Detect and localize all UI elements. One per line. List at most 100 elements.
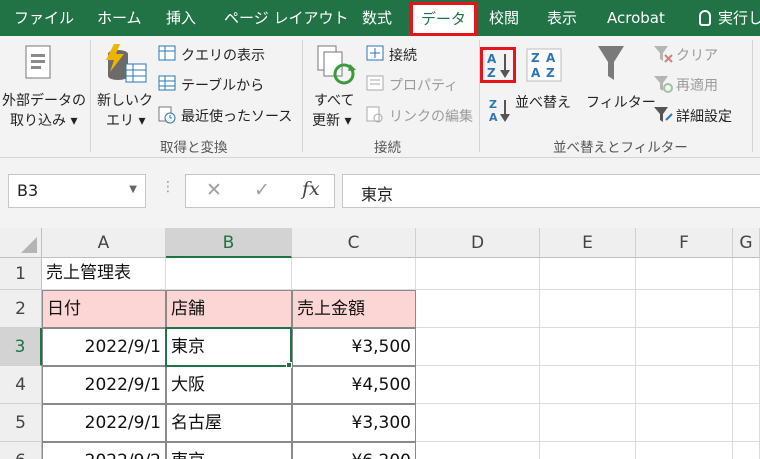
cell-c5[interactable]: ¥3,300 [292,404,416,442]
table-icon[interactable] [158,75,176,91]
column-header-c[interactable]: C [292,228,416,258]
cell-d5[interactable] [416,404,540,442]
tab-4[interactable]: 数式 [362,0,392,36]
row-header-3[interactable]: 3 [0,328,42,366]
cell-c6[interactable]: ¥6,200 [292,442,416,459]
select-all-button[interactable] [0,228,42,258]
cell-c3[interactable]: ¥3,500 [292,328,416,366]
cell-d2[interactable] [416,290,540,328]
cancel-icon[interactable]: ✕ [206,179,222,201]
cell-d6[interactable] [416,442,540,459]
cell-b6[interactable]: 東京 [166,442,292,459]
cell-e4[interactable] [540,366,636,404]
sort-za-small-icon[interactable]: Z A [488,96,512,124]
connections-button[interactable]: 接続 [389,45,417,65]
cell-g4[interactable] [733,366,760,404]
cell-d1[interactable] [416,258,540,290]
recent-sources-button[interactable]: 最近使ったソース [181,106,292,126]
external-data-line2[interactable]: 取り込み ▾ [10,110,77,130]
tab-9[interactable]: 実行し [718,0,760,36]
tab-5[interactable]: データ [410,2,477,36]
advanced-button[interactable]: 詳細設定 [676,106,732,126]
cell-b4[interactable]: 大阪 [166,366,292,404]
row-header-2[interactable]: 2 [0,290,42,328]
cell-c2[interactable]: 売上金額 [292,290,416,328]
cell-d4[interactable] [416,366,540,404]
tab-7[interactable]: 表示 [547,0,577,36]
cell-g3[interactable] [733,328,760,366]
chevron-down-icon[interactable]: ▼ [129,184,137,195]
cell-c4[interactable]: ¥4,500 [292,366,416,404]
cell-a6[interactable]: 2022/9/2 [42,442,166,459]
cell-a5[interactable]: 2022/9/1 [42,404,166,442]
sort-az-icon[interactable]: A Z [486,51,512,79]
formula-input[interactable]: 東京 [342,174,760,208]
cell-b1[interactable] [166,258,292,290]
row-header-6[interactable]: 6 [0,442,42,459]
external-data-line1[interactable]: 外部データの [2,90,86,110]
connections-icon[interactable] [366,45,384,61]
column-header-b[interactable]: B [166,228,292,258]
cell-b3[interactable]: 東京 [166,328,292,366]
cell-f5[interactable] [636,404,733,442]
cell-g5[interactable] [733,404,760,442]
insert-function-icon[interactable]: fx [302,178,320,200]
cell-f3[interactable] [636,328,733,366]
sort-za-icon[interactable]: Z A A Z [526,48,564,84]
cell-f2[interactable] [636,290,733,328]
funnel-icon[interactable] [596,44,626,84]
refresh-all-line1[interactable]: すべて [314,90,354,110]
row-header-1[interactable]: 1 [0,258,42,290]
column-header-e[interactable]: E [540,228,636,258]
cell-e6[interactable] [540,442,636,459]
cell-e1[interactable] [540,258,636,290]
cell-g1[interactable] [733,258,760,290]
cell-f1[interactable] [636,258,733,290]
cell-f4[interactable] [636,366,733,404]
cell-g2[interactable] [733,290,760,328]
sort-button[interactable]: 並べ替え [515,92,571,112]
fill-handle[interactable] [286,362,292,368]
external-data-icon[interactable] [22,44,56,84]
cell-b2[interactable]: 店舗 [166,290,292,328]
formula-value[interactable]: 東京 [361,181,393,205]
tab-2[interactable]: 挿入 [166,0,196,36]
advanced-filter-icon[interactable] [653,106,673,124]
row-header-4[interactable]: 4 [0,366,42,404]
lightbulb-icon[interactable] [699,10,711,26]
column-header-a[interactable]: A [42,228,166,258]
cell-a1[interactable]: 売上管理表 [42,258,166,290]
tab-1[interactable]: ホーム [97,0,142,36]
cell-b5[interactable]: 名古屋 [166,404,292,442]
filter-button[interactable]: フィルター [586,92,656,112]
database-icon[interactable] [102,44,150,86]
new-query-line2[interactable]: エリ ▾ [106,110,145,130]
refresh-icon[interactable] [316,44,356,86]
cell-f6[interactable] [636,442,733,459]
formula-bar-grip-icon[interactable]: ⋮ [161,179,175,195]
refresh-all-line2[interactable]: 更新 ▾ [312,110,351,130]
name-box-value[interactable]: B3 [17,181,38,200]
cell-a4[interactable]: 2022/9/1 [42,366,166,404]
show-query-button[interactable]: クエリの表示 [181,45,265,65]
tab-0[interactable]: ファイル [14,0,74,36]
check-icon[interactable]: ✓ [254,179,270,201]
cell-a2[interactable]: 日付 [42,290,166,328]
tab-3[interactable]: ページ レイアウト [224,0,348,36]
new-query-line1[interactable]: 新しいク [97,90,153,110]
tab-8[interactable]: Acrobat [607,0,665,36]
tab-6[interactable]: 校閲 [489,0,519,36]
column-header-g[interactable]: G [733,228,760,258]
name-box[interactable]: B3 ▼ [8,174,146,208]
clock-icon[interactable] [158,106,176,124]
cell-d3[interactable] [416,328,540,366]
cell-e2[interactable] [540,290,636,328]
column-header-d[interactable]: D [416,228,540,258]
cell-g6[interactable] [733,442,760,459]
cell-e3[interactable] [540,328,636,366]
column-header-f[interactable]: F [636,228,733,258]
row-header-5[interactable]: 5 [0,404,42,442]
cell-e5[interactable] [540,404,636,442]
cell-a3[interactable]: 2022/9/1 [42,328,166,366]
cell-c1[interactable] [292,258,416,290]
